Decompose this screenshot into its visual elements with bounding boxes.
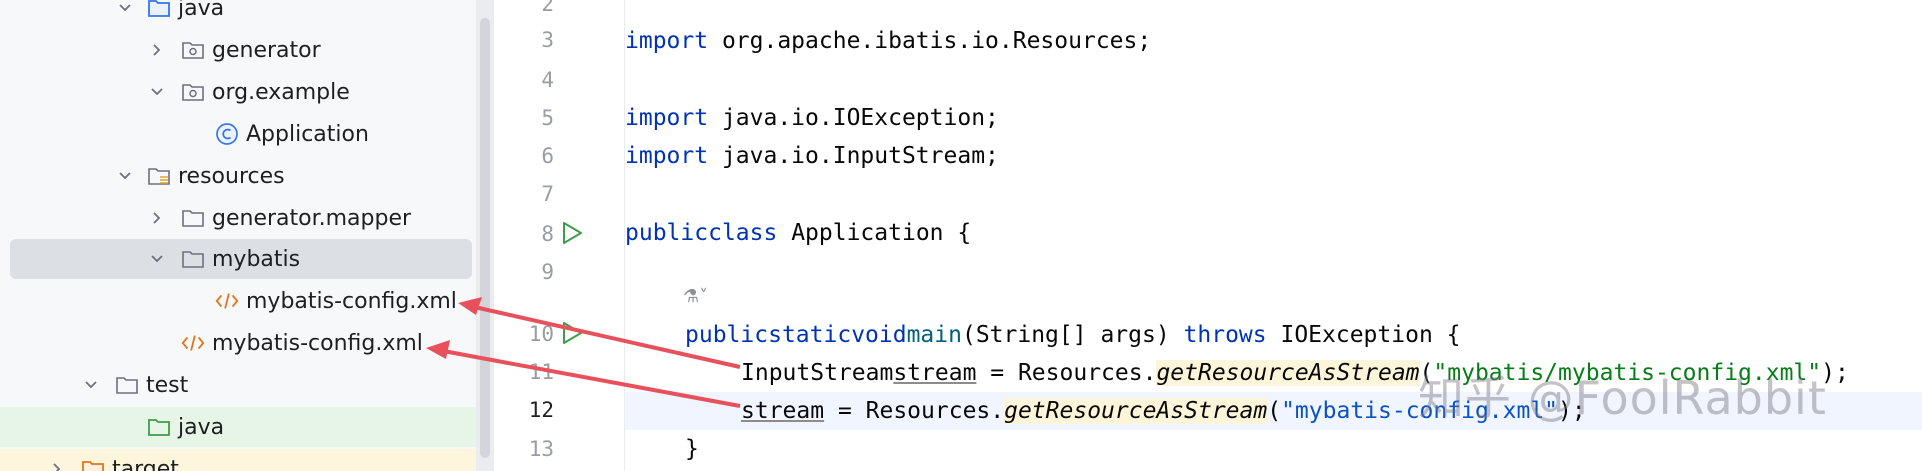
- code-static-call: getResourceAsStream: [1004, 398, 1268, 424]
- code-text: = Resources.: [976, 360, 1157, 386]
- tree-node-label: mybatis: [212, 246, 301, 272]
- tree-node-label: java: [178, 414, 225, 440]
- resources-folder-icon: [146, 164, 172, 188]
- watermark: 知乎 @FoolRabbit: [1418, 371, 1827, 425]
- code-text: org.apache.ibatis.io.Resources;: [708, 28, 1152, 54]
- code-text: java.io.InputStream;: [708, 143, 999, 169]
- excluded-folder-icon: [80, 457, 106, 471]
- code-function: main: [906, 322, 962, 348]
- tree-node-label: org.example: [212, 79, 350, 105]
- code-text: Application {: [777, 220, 972, 246]
- package-icon: [180, 38, 206, 62]
- source-folder-icon: [146, 0, 172, 20]
- code-line-6: import java.io.InputStream;: [625, 137, 1922, 175]
- line-number: 5: [541, 106, 554, 130]
- tree-node-generator-mapper[interactable]: generator.mapper: [0, 198, 476, 238]
- line-number: 3: [541, 28, 554, 52]
- tree-node-target[interactable]: target: [0, 449, 476, 471]
- tree-node-test[interactable]: test: [0, 365, 476, 405]
- tree-node-label: resources: [178, 163, 285, 189]
- tree-node-mybatis-config-nested[interactable]: mybatis-config.xml: [0, 281, 476, 321]
- tree-node-mybatis[interactable]: mybatis: [10, 239, 472, 279]
- chevron-right-icon[interactable]: [146, 207, 168, 229]
- tree-node-label: target: [112, 456, 179, 471]
- tree-node-label: mybatis-config.xml: [246, 288, 457, 314]
- chevron-right-icon[interactable]: [146, 39, 168, 61]
- code-keyword: import: [625, 28, 709, 54]
- code-text: java.io.IOException;: [708, 105, 999, 131]
- code-keyword: public: [685, 322, 769, 348]
- tree-node-test-java[interactable]: java: [0, 407, 476, 447]
- line-number: 4: [541, 68, 554, 92]
- test-source-folder-icon: [146, 415, 172, 439]
- code-type: InputStream: [741, 360, 894, 386]
- code-keyword: class: [708, 220, 778, 246]
- tree-node-mybatis-config-root[interactable]: mybatis-config.xml: [0, 323, 476, 363]
- tree-node-java-main[interactable]: java: [0, 0, 476, 28]
- tree-node-label: generator.mapper: [212, 205, 412, 231]
- line-number: 7: [541, 182, 554, 206]
- code-line-5: import java.io.IOException;: [625, 99, 1922, 137]
- run-icon[interactable]: [560, 220, 584, 250]
- code-keyword: import: [625, 143, 709, 169]
- run-icon[interactable]: [560, 320, 584, 350]
- tree-node-label: java: [178, 0, 225, 21]
- code-keyword: import: [625, 105, 709, 131]
- line-number: 11: [528, 360, 554, 384]
- folder-icon: [114, 373, 140, 397]
- code-line-3: import org.apache.ibatis.io.Resources;: [625, 22, 1922, 60]
- scrollbar-thumb[interactable]: [480, 18, 490, 458]
- chevron-down-icon[interactable]: [114, 0, 136, 19]
- tree-node-label: generator: [212, 37, 321, 63]
- code-static-call: getResourceAsStream: [1156, 360, 1420, 386]
- code-text: = Resources.: [824, 398, 1005, 424]
- line-number-active: 12: [528, 398, 554, 422]
- tree-node-generator[interactable]: generator: [0, 30, 476, 70]
- tree-node-org-example[interactable]: org.example: [0, 72, 476, 112]
- folder-icon: [180, 247, 206, 271]
- tree-node-application[interactable]: Application: [0, 114, 476, 154]
- line-number: 13: [528, 437, 554, 461]
- folder-icon: [180, 206, 206, 230]
- project-tree: java generator org.example Application r…: [0, 0, 476, 471]
- code-text: IOException {: [1266, 322, 1461, 348]
- code-text: (String[] args): [961, 322, 1184, 348]
- line-number: 10: [528, 322, 554, 346]
- inlay-hint-icon[interactable]: ⚗˅: [683, 286, 708, 307]
- tree-scrollbar[interactable]: [476, 0, 494, 471]
- chevron-right-icon[interactable]: [46, 458, 68, 471]
- code-keyword: static: [768, 322, 852, 348]
- line-number: 9: [541, 260, 554, 284]
- code-variable: stream: [741, 398, 825, 424]
- xml-file-icon: [180, 331, 206, 355]
- java-class-icon: [214, 122, 240, 146]
- xml-file-icon: [214, 289, 240, 313]
- chevron-down-icon[interactable]: [80, 374, 102, 396]
- code-keyword: throws: [1183, 322, 1267, 348]
- chevron-down-icon[interactable]: [146, 81, 168, 103]
- code-line-10: public static void main (String[] args) t…: [625, 316, 1922, 354]
- tree-node-label: mybatis-config.xml: [212, 330, 423, 356]
- tree-node-resources[interactable]: resources: [0, 156, 476, 196]
- chevron-down-icon[interactable]: [146, 248, 168, 270]
- code-text: }: [685, 436, 699, 462]
- code-line-13: }: [625, 430, 1922, 468]
- code-keyword: public: [625, 220, 709, 246]
- line-number: 2: [541, 0, 554, 16]
- editor-gutter: 2 3 4 5 6 7 8 9 10 11 12 13: [494, 0, 661, 471]
- code-keyword: void: [851, 322, 907, 348]
- tree-node-label: Application: [246, 121, 369, 147]
- code-line-8: public class Application {: [625, 214, 1922, 252]
- tree-node-label: test: [146, 372, 189, 398]
- code-text: (: [1267, 398, 1282, 424]
- package-icon: [180, 80, 206, 104]
- chevron-down-icon[interactable]: [114, 165, 136, 187]
- line-number: 6: [541, 144, 554, 168]
- code-variable: stream: [893, 360, 977, 386]
- line-number: 8: [541, 222, 554, 246]
